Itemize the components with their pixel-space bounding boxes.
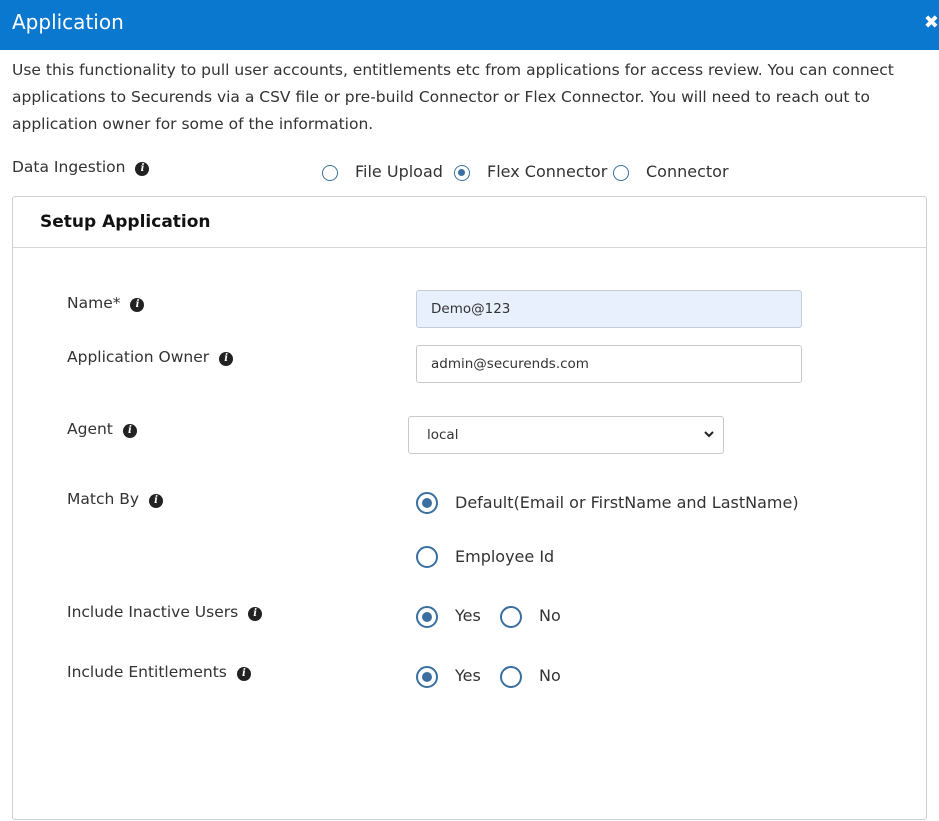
radio-entitlements-yes[interactable] <box>416 666 438 688</box>
info-icon[interactable]: i <box>248 607 263 621</box>
radio-match-employee-id-label[interactable]: Employee Id <box>455 547 554 566</box>
data-ingestion-label: Data Ingestion i <box>12 158 150 176</box>
modal-header: Application ✖ <box>0 0 939 50</box>
info-icon[interactable]: i <box>130 298 145 312</box>
agent-select-value: local <box>427 427 459 443</box>
radio-flex-connector-label[interactable]: Flex Connector <box>487 162 607 181</box>
include-inactive-users-label: Include Inactive Users i <box>67 603 263 621</box>
application-owner-label: Application Owner i <box>67 348 234 366</box>
info-icon[interactable]: i <box>122 424 137 438</box>
info-icon[interactable]: i <box>135 162 150 176</box>
name-input[interactable] <box>416 290 802 328</box>
radio-file-upload[interactable] <box>322 165 338 181</box>
radio-connector[interactable] <box>613 165 629 181</box>
radio-inactive-yes[interactable] <box>416 606 438 628</box>
radio-connector-label[interactable]: Connector <box>646 162 729 181</box>
radio-match-default[interactable] <box>416 492 438 514</box>
application-owner-input[interactable] <box>416 345 802 383</box>
description-text: Use this functionality to pull user acco… <box>12 61 894 133</box>
info-icon[interactable]: i <box>236 667 251 681</box>
radio-entitlements-yes-label[interactable]: Yes <box>455 666 481 685</box>
agent-select[interactable]: local <box>408 416 724 454</box>
close-icon[interactable]: ✖ <box>923 12 939 34</box>
chevron-down-icon <box>704 431 714 438</box>
match-by-label: Match By i <box>67 490 164 508</box>
radio-file-upload-label[interactable]: File Upload <box>355 162 443 181</box>
radio-match-employee-id[interactable] <box>416 546 438 568</box>
radio-inactive-yes-label[interactable]: Yes <box>455 606 481 625</box>
info-icon[interactable]: i <box>219 352 234 366</box>
name-label: Name* i <box>67 294 145 312</box>
panel-header: Setup Application <box>13 197 926 248</box>
modal-title: Application <box>12 10 124 34</box>
radio-inactive-no[interactable] <box>500 606 522 628</box>
panel-title: Setup Application <box>40 212 211 232</box>
radio-entitlements-no-label[interactable]: No <box>539 666 561 685</box>
radio-flex-connector[interactable] <box>454 165 470 181</box>
include-entitlements-label: Include Entitlements i <box>67 663 251 681</box>
agent-label: Agent i <box>67 420 137 438</box>
radio-entitlements-no[interactable] <box>500 666 522 688</box>
radio-match-default-label[interactable]: Default(Email or FirstName and LastName) <box>455 493 799 512</box>
info-icon[interactable]: i <box>149 494 164 508</box>
radio-inactive-no-label[interactable]: No <box>539 606 561 625</box>
